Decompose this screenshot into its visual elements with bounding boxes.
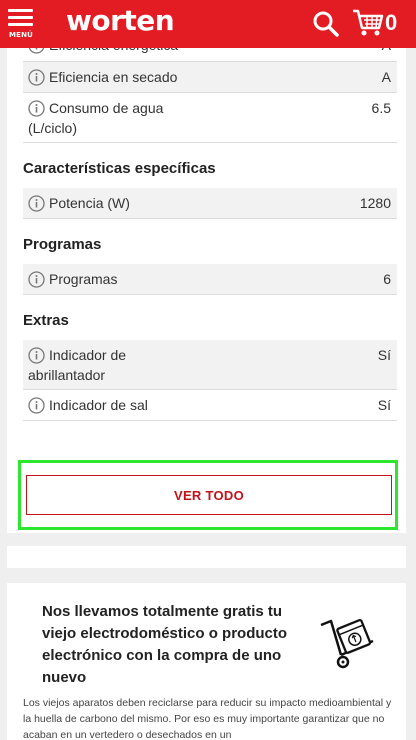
spec-label: Indicador de sal xyxy=(49,397,148,413)
search-icon xyxy=(313,11,339,37)
spec-row: Indicador de abrillantador Sí xyxy=(23,340,397,390)
menu-label: MENÚ xyxy=(8,31,34,39)
row-divider xyxy=(23,218,397,219)
spec-row: Programas 6 xyxy=(23,264,397,295)
specifications-card: Eficiencia energética A Eficiencia en se… xyxy=(7,0,406,533)
spec-label: Indicador de xyxy=(49,347,127,363)
promo-description: Los viejos aparatos deben reciclarse par… xyxy=(23,697,392,740)
spec-label: Eficiencia en secado xyxy=(49,69,178,85)
recycling-promo-card: Nos llevamos totalmente gratis tu viejo … xyxy=(7,583,406,740)
hamburger-icon xyxy=(8,9,33,12)
search-button[interactable] xyxy=(312,10,340,38)
cart-button[interactable]: 0 xyxy=(352,8,412,38)
spec-value: 1280 xyxy=(359,195,391,211)
spec-value: Sí xyxy=(377,397,391,413)
section-title: Extras xyxy=(23,312,69,329)
info-icon[interactable] xyxy=(28,397,45,414)
spec-value: A xyxy=(381,69,391,85)
info-icon[interactable] xyxy=(28,195,45,212)
row-divider xyxy=(23,294,397,295)
menu-button[interactable]: MENÚ xyxy=(7,9,35,43)
spec-label: Programas xyxy=(49,271,118,287)
recycle-cart-icon xyxy=(320,618,374,669)
section-title: Características específicas xyxy=(23,160,216,177)
info-icon[interactable] xyxy=(28,347,45,364)
info-icon[interactable] xyxy=(28,271,45,288)
spec-label: Consumo de agua xyxy=(49,100,164,116)
worten-logo[interactable]: worten xyxy=(66,4,175,37)
spec-label: Potencia (W) xyxy=(49,195,130,211)
spec-value: Sí xyxy=(377,347,391,363)
info-icon[interactable] xyxy=(28,69,45,86)
spec-value: 6.5 xyxy=(371,100,391,116)
spec-row: Indicador de sal Sí xyxy=(23,390,397,421)
row-divider xyxy=(23,420,397,421)
spec-row: Consumo de agua (L/ciclo) 6.5 xyxy=(23,93,397,143)
info-icon[interactable] xyxy=(28,100,45,117)
cart-icon xyxy=(353,9,384,36)
spec-row: Eficiencia en secado A xyxy=(23,62,397,93)
spec-value: 6 xyxy=(383,271,391,287)
spec-label-cont: abrillantador xyxy=(28,367,106,383)
hamburger-bar xyxy=(8,23,33,26)
empty-card xyxy=(7,546,406,568)
spec-label-cont: (L/ciclo) xyxy=(28,120,78,136)
hamburger-bar xyxy=(8,16,33,19)
cart-count: 0 xyxy=(385,10,398,35)
spec-row: Potencia (W) 1280 xyxy=(23,188,397,219)
ver-todo-button[interactable]: VER TODO xyxy=(26,475,392,515)
top-header: MENÚ worten 0 xyxy=(0,0,416,48)
promo-title: Nos llevamos totalmente gratis tu viejo … xyxy=(42,603,288,686)
section-title: Programas xyxy=(23,236,102,253)
ver-todo-highlight: VER TODO xyxy=(18,460,398,530)
row-divider xyxy=(23,142,397,143)
